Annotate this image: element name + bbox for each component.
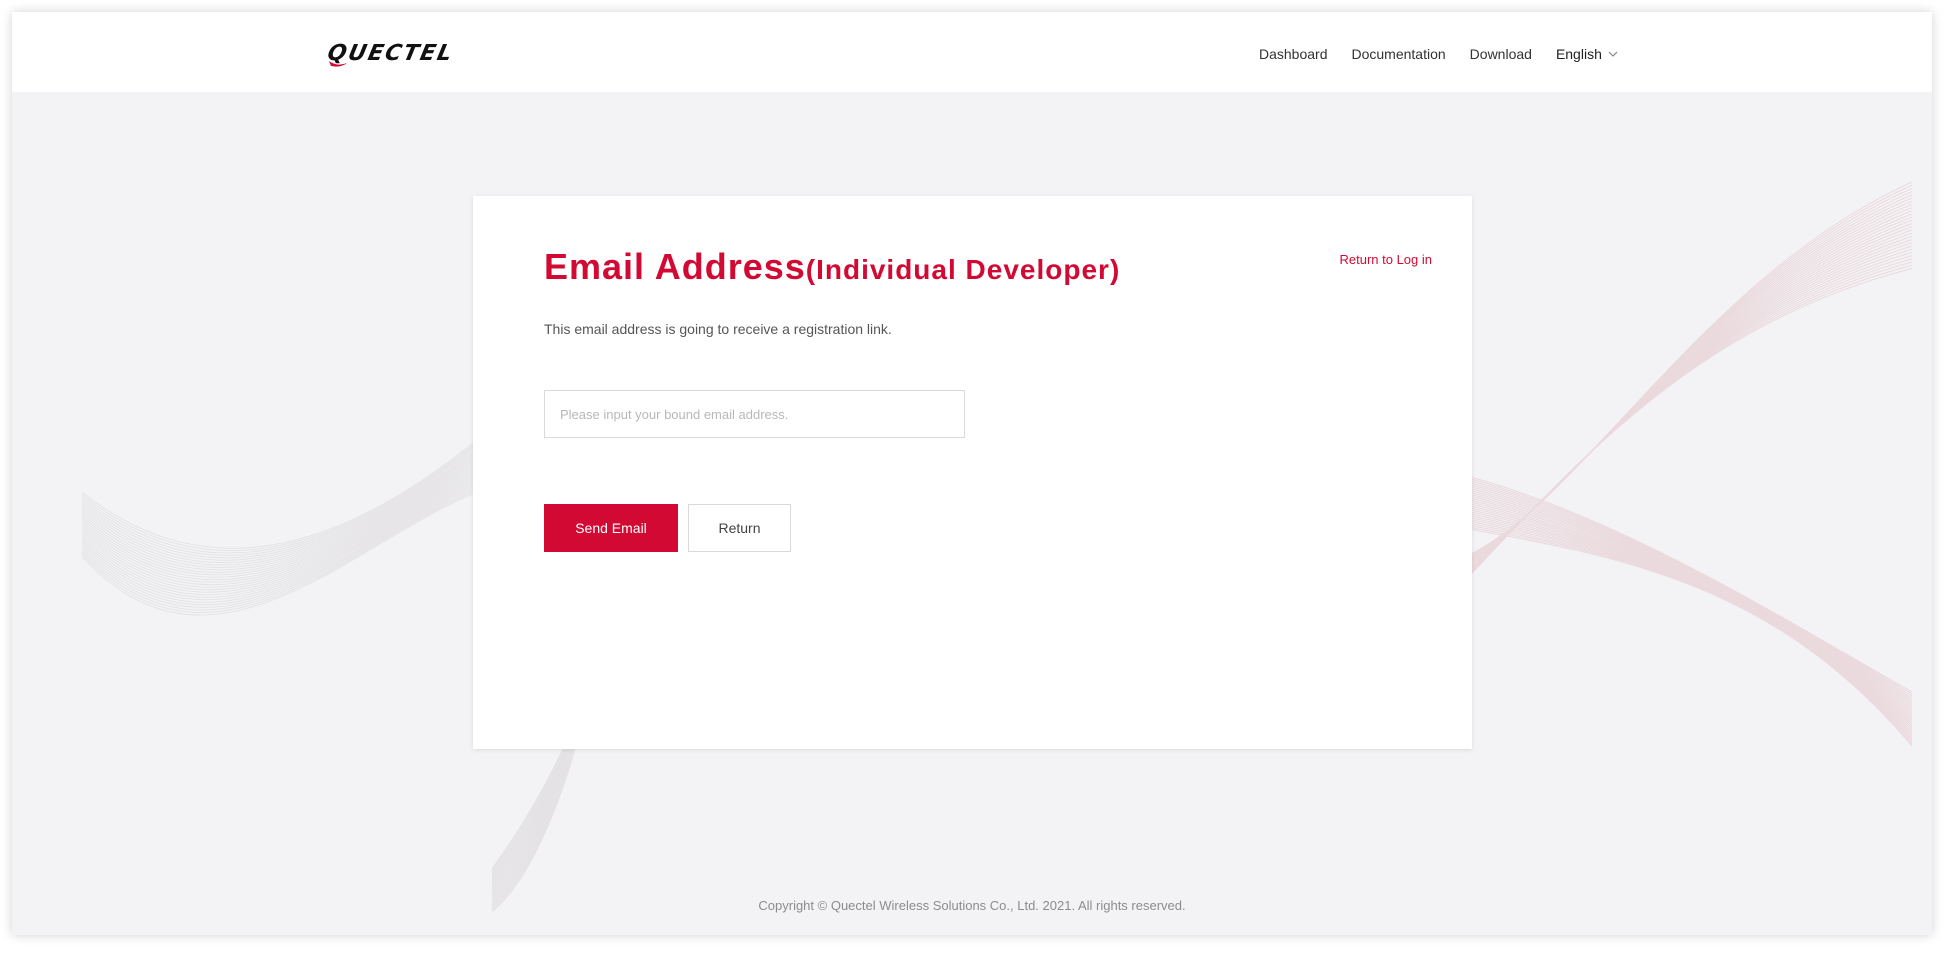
copyright-footer: Copyright © Quectel Wireless Solutions C… [758, 898, 1186, 913]
app-window: QUECTEL Dashboard Documentation Download… [12, 12, 1932, 935]
nav-download[interactable]: Download [1470, 46, 1532, 62]
main-nav: Dashboard Documentation Download English [1259, 44, 1618, 64]
chevron-down-icon [1608, 51, 1618, 57]
language-label: English [1555, 46, 1602, 62]
title-subtitle: (Individual Developer) [805, 254, 1121, 285]
quectel-logo[interactable]: QUECTEL [323, 38, 493, 68]
page-title: Email Address(Individual Developer) [544, 246, 1120, 288]
description-text: This email address is going to receive a… [544, 321, 892, 337]
send-email-button[interactable]: Send Email [544, 504, 678, 552]
svg-text:QUECTEL: QUECTEL [325, 40, 456, 66]
return-to-login-link[interactable]: Return to Log in [1339, 252, 1432, 267]
top-header: QUECTEL Dashboard Documentation Download… [12, 12, 1932, 92]
nav-dashboard[interactable]: Dashboard [1259, 46, 1328, 62]
return-button[interactable]: Return [688, 504, 791, 552]
nav-documentation[interactable]: Documentation [1352, 46, 1446, 62]
email-input[interactable] [544, 390, 965, 438]
language-selector[interactable]: English [1556, 46, 1618, 62]
email-card: Email Address(Individual Developer) Retu… [473, 196, 1472, 749]
title-main: Email Address [544, 246, 806, 287]
